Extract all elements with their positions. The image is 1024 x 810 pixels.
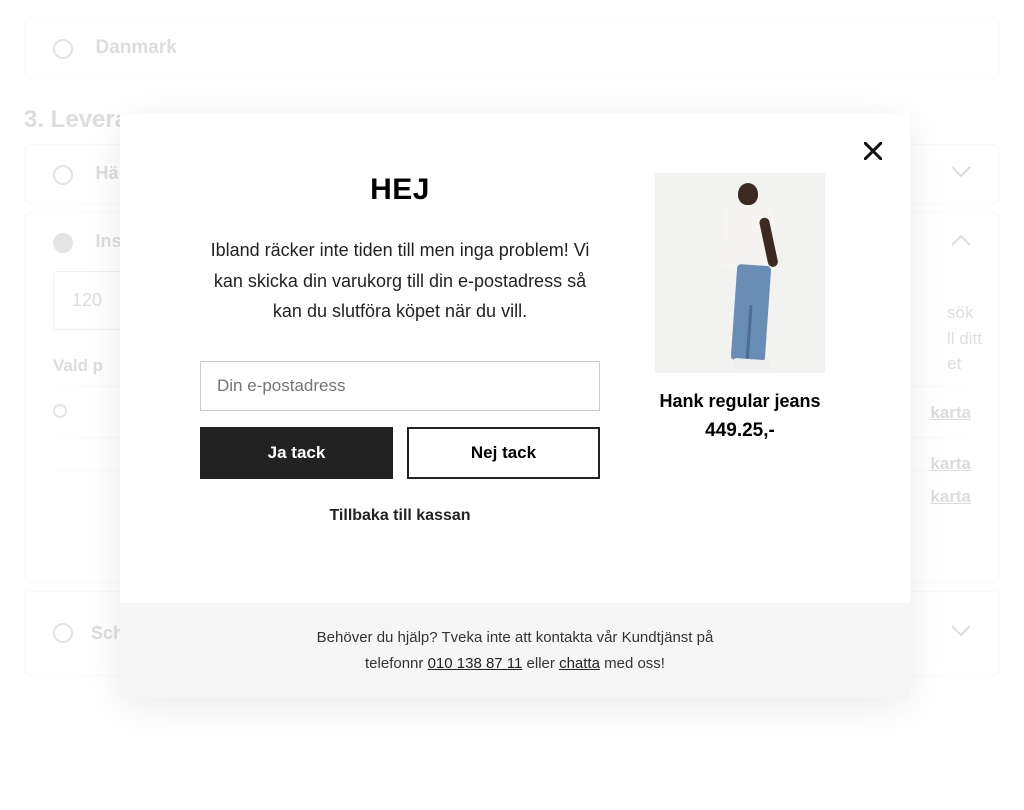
modal-description: Ibland räcker inte tiden till men inga p…	[200, 235, 600, 327]
modal-body: HEJ Ibland räcker inte tiden till men in…	[120, 113, 910, 555]
modal-right-column: Hank regular jeans 449.25,-	[650, 173, 830, 525]
close-icon[interactable]	[864, 141, 882, 165]
yes-button[interactable]: Ja tack	[200, 427, 393, 479]
footer-suffix: med oss!	[600, 655, 665, 672]
chat-link[interactable]: chatta	[559, 655, 600, 672]
modal-button-row: Ja tack Nej tack	[200, 427, 600, 479]
modal-footer: Behöver du hjälp? Tveka inte att kontakt…	[120, 603, 910, 698]
product-name: Hank regular jeans	[650, 391, 830, 412]
phone-link[interactable]: 010 138 87 11	[428, 655, 523, 672]
footer-mid: eller	[522, 655, 559, 672]
product-image	[655, 173, 825, 373]
no-button[interactable]: Nej tack	[407, 427, 600, 479]
modal-left-column: HEJ Ibland räcker inte tiden till men in…	[200, 173, 600, 525]
product-price: 449.25,-	[650, 420, 830, 442]
email-field[interactable]	[200, 361, 600, 411]
footer-text: Behöver du hjälp? Tveka inte att kontakt…	[317, 629, 714, 646]
modal-title: HEJ	[200, 173, 600, 207]
save-cart-modal: HEJ Ibland räcker inte tiden till men in…	[120, 113, 910, 698]
back-to-checkout-link[interactable]: Tillbaka till kassan	[200, 507, 600, 525]
footer-phone-label: telefonnr	[365, 655, 428, 672]
